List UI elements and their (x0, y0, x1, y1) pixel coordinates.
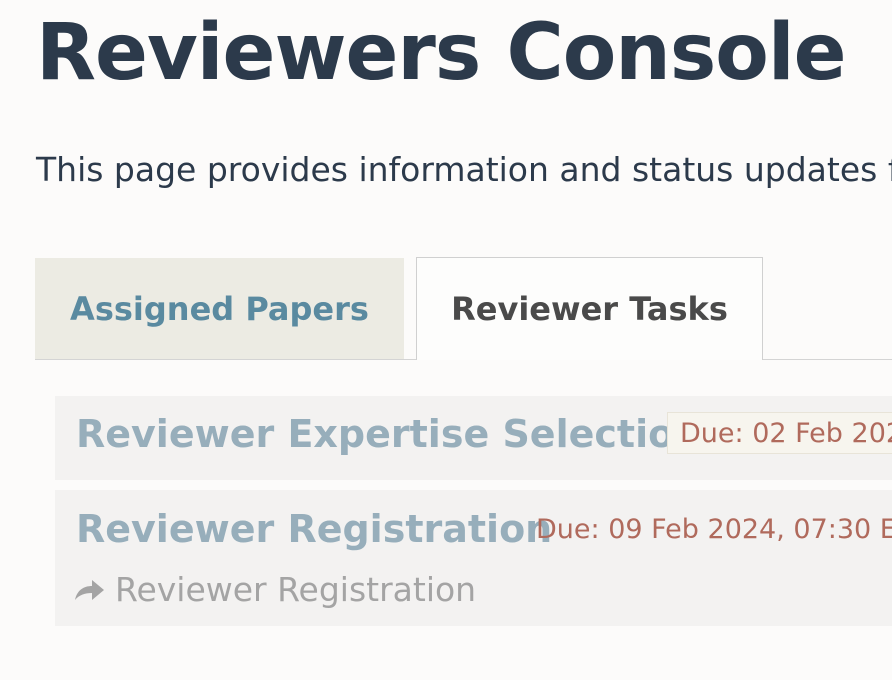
task-item-expertise-selection: Reviewer Expertise Selection Due: 02 Feb… (55, 396, 892, 480)
task-title-link[interactable]: Reviewer Registration (76, 507, 552, 551)
task-title-link[interactable]: Reviewer Expertise Selection (76, 412, 701, 456)
page-intro: This page provides information and statu… (36, 150, 892, 189)
share-arrow-icon (75, 579, 104, 600)
subtask-label: Reviewer Registration (115, 570, 477, 609)
page-title: Reviewers Console (36, 8, 846, 98)
task-item-registration: Reviewer Registration Due: 09 Feb 2024, … (55, 490, 892, 626)
tab-reviewer-tasks[interactable]: Reviewer Tasks (416, 257, 763, 360)
tab-bar: Assigned Papers Reviewer Tasks (35, 257, 892, 360)
subtask-link[interactable]: Reviewer Registration (75, 570, 476, 609)
page: Reviewers Console This page provides inf… (0, 0, 892, 680)
due-date-text: Due: 09 Feb 2024, 07:30 E (536, 514, 892, 545)
tab-assigned-papers[interactable]: Assigned Papers (35, 258, 404, 359)
due-date-badge: Due: 02 Feb 202 (667, 412, 892, 454)
